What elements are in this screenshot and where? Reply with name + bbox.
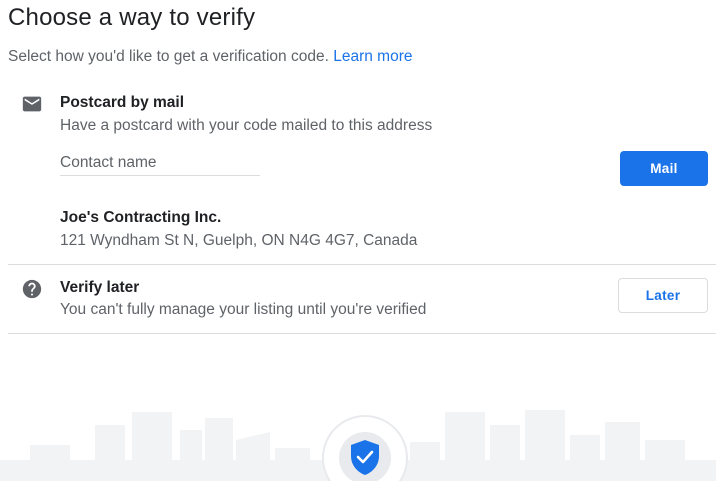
postcard-title: Postcard by mail xyxy=(60,94,185,111)
subtitle-text: Select how you'd like to get a verificat… xyxy=(8,48,329,65)
postcard-description: Have a postcard with your code mailed to… xyxy=(60,117,433,134)
business-name: Joe's Contracting Inc. xyxy=(60,209,222,226)
verify-later-description: You can't fully manage your listing unti… xyxy=(60,301,427,318)
mail-icon xyxy=(22,96,42,112)
learn-more-link[interactable]: Learn more xyxy=(333,48,412,65)
page-subtitle: Select how you'd like to get a verificat… xyxy=(8,48,412,66)
later-button[interactable]: Later xyxy=(618,278,708,313)
verify-later-title: Verify later xyxy=(60,279,140,296)
city-skyline-illustration xyxy=(0,410,716,481)
business-address: 121 Wyndham St N, Guelph, ON N4G 4G7, Ca… xyxy=(60,232,418,249)
divider xyxy=(8,333,716,334)
divider xyxy=(8,264,716,265)
contact-name-input[interactable] xyxy=(60,150,260,176)
help-icon xyxy=(22,279,42,299)
mail-button[interactable]: Mail xyxy=(620,151,708,186)
page-title: Choose a way to verify xyxy=(8,4,256,31)
